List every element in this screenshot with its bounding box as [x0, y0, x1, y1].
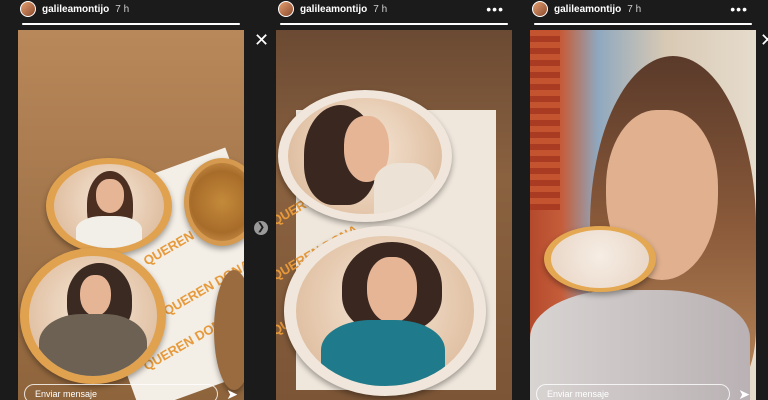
story-progress-bar: [280, 23, 508, 25]
send-icon[interactable]: ➤: [738, 386, 750, 400]
avatar[interactable]: [532, 1, 548, 17]
story-panel-left[interactable]: galileamontijo 7 h QUEREN DONA QUEREN DO…: [18, 0, 244, 400]
more-options-icon[interactable]: •••: [730, 1, 748, 17]
story-panel-right[interactable]: galileamontijo 7 h ••• Enviar mensaje ➤: [530, 0, 756, 400]
close-icon[interactable]: ✕: [760, 30, 768, 51]
avatar[interactable]: [20, 1, 36, 17]
message-input[interactable]: Enviar mensaje: [536, 384, 731, 400]
story-header: galileamontijo 7 h •••: [530, 0, 756, 18]
timestamp: 7 h: [115, 3, 130, 15]
message-input[interactable]: Enviar mensaje: [24, 384, 219, 400]
username[interactable]: galileamontijo: [42, 4, 109, 15]
timestamp: 7 h: [373, 3, 388, 15]
donut-photo: [20, 248, 166, 384]
donut-photo: [544, 226, 656, 292]
more-options-icon[interactable]: •••: [486, 1, 504, 17]
story-header: galileamontijo 7 h •••: [276, 0, 512, 18]
story-photo: [530, 30, 756, 400]
username[interactable]: galileamontijo: [300, 4, 367, 15]
story-progress-bar: [534, 23, 752, 25]
donut-photo: [284, 226, 486, 396]
story-progress-bar: [22, 23, 240, 25]
timestamp: 7 h: [627, 3, 642, 15]
story-photo: QUEREN DONA QUEREN DONA QUEREN DONA: [276, 30, 512, 400]
donut-photo: [278, 90, 452, 222]
story-photo: QUEREN DONA QUEREN DONA QUEREN DONA: [18, 30, 244, 400]
story-header: galileamontijo 7 h: [18, 0, 244, 18]
send-icon[interactable]: ➤: [226, 386, 238, 400]
close-icon[interactable]: ✕: [254, 30, 269, 51]
story-footer: Enviar mensaje ➤: [24, 382, 238, 400]
studio-wall: [530, 30, 560, 210]
donut-photo: [46, 158, 172, 254]
chevron-right-icon[interactable]: ❯: [254, 221, 268, 235]
username[interactable]: galileamontijo: [554, 4, 621, 15]
story-panel-center[interactable]: galileamontijo 7 h ••• QUEREN DONA QUERE…: [276, 0, 512, 400]
avatar[interactable]: [278, 1, 294, 17]
story-footer: Enviar mensaje ➤: [536, 382, 750, 400]
